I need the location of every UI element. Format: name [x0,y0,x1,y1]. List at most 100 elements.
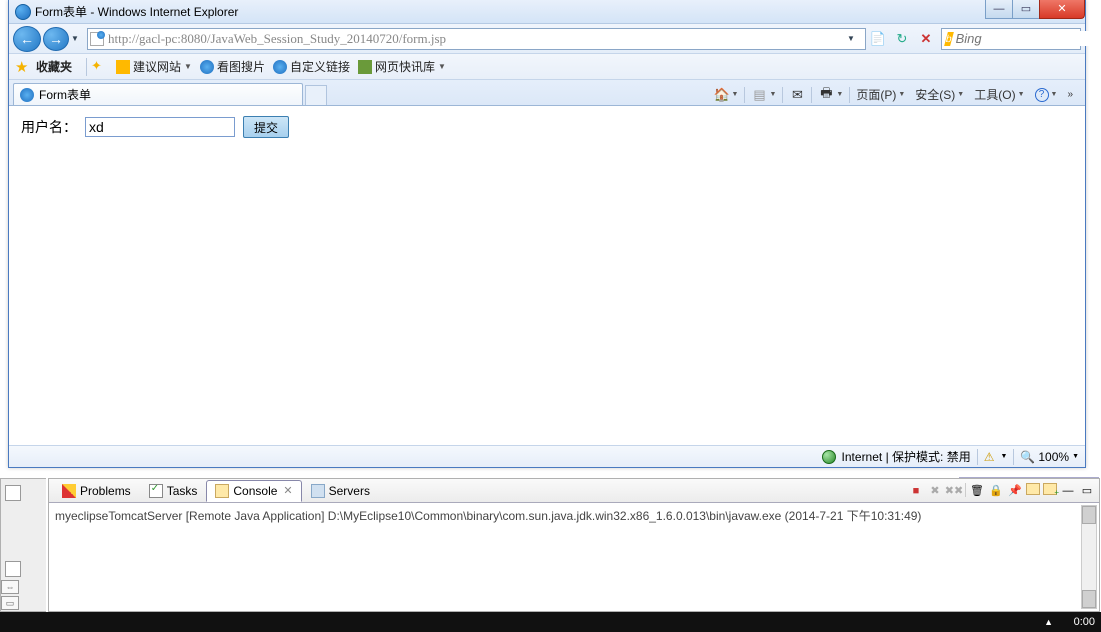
favorites-bar: ★ 收藏夹 ✦ 建议网站 ▼ 看图搜片 自定义链接 网页快讯库 ▼ [9,54,1085,80]
protected-mode-icon[interactable]: ⚠ [984,450,995,464]
zoom-control[interactable]: 🔍 100% ▼ [1020,450,1079,464]
safety-menu[interactable]: 安全(S)▼ [911,84,968,105]
tray-arrow-icon[interactable]: ▲ [1044,617,1053,627]
scrollbar[interactable] [1081,505,1097,609]
collapse-button[interactable]: ⇔ [1,580,19,594]
search-input[interactable] [956,31,1101,46]
console-toolbar: ■ ✖ ✖✖ 🗑 🔒 📌 + — ▭ [908,483,1095,499]
problems-icon [62,484,76,498]
link-icon [200,60,214,74]
submit-button[interactable]: 提交 [243,116,289,138]
eclipse-view-icon[interactable] [5,561,21,577]
home-icon: 🏠 [714,87,730,103]
servers-icon [311,484,325,498]
url-input[interactable] [108,31,839,47]
tab-servers[interactable]: Servers [302,480,379,502]
titlebar[interactable]: Form表单 - Windows Internet Explorer [9,0,1085,24]
dropdown-icon: ▼ [184,62,192,71]
terminate-button[interactable]: ■ [908,483,924,499]
remove-launch-button[interactable]: ✖ [927,483,943,499]
clear-console-button[interactable]: 🗑 [969,483,985,499]
favorites-label[interactable]: 收藏夹 [36,58,72,75]
fav-web-slice[interactable]: 网页快讯库 ▼ [354,56,450,77]
display-console-button[interactable] [1026,483,1040,495]
ie-icon [15,4,31,20]
page-menu[interactable]: 页面(P)▼ [852,84,909,105]
minimize-button[interactable]: — [985,0,1013,19]
fav-label: 网页快讯库 [375,58,435,75]
addr-dropdown-icon[interactable]: ▼ [840,29,862,49]
maximize-button[interactable]: ▭ [1012,0,1040,19]
compat-button[interactable]: 📄 [867,29,889,49]
scroll-lock-button[interactable]: 🔒 [988,483,1004,499]
print-button[interactable]: 🖶▼ [814,85,847,105]
tab-tasks[interactable]: Tasks [140,480,207,502]
fav-custom-links[interactable]: 自定义链接 [269,56,354,77]
username-label: 用户名： [21,117,77,137]
zoom-value: 100% [1038,450,1069,464]
tab-title: Form表单 [39,86,91,103]
new-tab-button[interactable] [305,85,327,105]
help-button[interactable]: ?▼ [1031,86,1062,104]
window-buttons: — ▭ ✕ [986,0,1085,19]
window-title: Form表单 - Windows Internet Explorer [35,3,238,20]
favorites-star-icon[interactable]: ★ [15,58,33,76]
maximize-view-button[interactable]: ▭ [1079,483,1095,499]
stop-button[interactable]: ✕ [915,29,937,49]
tab-form[interactable]: Form表单 [13,83,303,105]
expand-button[interactable]: » [1063,87,1077,102]
ie-window: — ▭ ✕ Form表单 - Windows Internet Explorer… [8,0,1086,468]
tab-problems[interactable]: Problems [53,480,140,502]
open-console-button[interactable]: + [1043,483,1057,495]
eclipse-trim: ⇔ ▭ [1,580,19,610]
mail-button[interactable]: ✉ [785,85,809,105]
safety-label: 安全(S) [915,86,955,103]
tab-console[interactable]: Console✕ [206,480,301,502]
page-icon [90,32,104,46]
forward-button[interactable]: → [43,27,69,51]
dropdown-icon: ▼ [438,62,446,71]
tools-menu[interactable]: 工具(O)▼ [970,84,1028,105]
mail-icon: ✉ [789,87,805,103]
scroll-down-button[interactable] [1082,590,1096,608]
close-button[interactable]: ✕ [1039,0,1085,19]
webslice-icon [358,60,372,74]
home-button[interactable]: 🏠▼ [710,85,743,105]
separator [86,58,87,76]
eclipse-view-icon[interactable] [5,485,21,501]
eclipse-panel: Problems Tasks Console✕ Servers ■ ✖ ✖✖ 🗑… [48,478,1100,612]
pin-console-button[interactable]: 📌 [1007,483,1023,499]
close-tab-icon[interactable]: ✕ [283,484,292,497]
tab-ie-icon [20,88,34,102]
command-bar: 🏠▼ ▤▼ ✉ 🖶▼ 页面(P)▼ 安全(S)▼ 工具(O)▼ ?▼ » [710,84,1081,105]
user-form: 用户名： 提交 [21,116,1073,138]
add-favorite-icon[interactable]: ✦ [91,58,109,76]
feeds-button[interactable]: ▤▼ [747,85,780,105]
search-box[interactable]: b 🔍 [941,28,1081,50]
fav-label: 建议网站 [133,58,181,75]
address-bar[interactable]: ▼ [87,28,866,50]
remove-all-button[interactable]: ✖✖ [946,483,962,499]
back-button[interactable]: ← [13,26,41,52]
clock[interactable]: 0:00 [1074,616,1095,628]
nav-history-dropdown[interactable]: ▼ [71,34,83,43]
minimize-view-button[interactable]: — [1060,483,1076,499]
zoom-icon: 🔍 [1020,450,1035,464]
eclipse-tabs: Problems Tasks Console✕ Servers ■ ✖ ✖✖ 🗑… [49,479,1099,503]
page-label: 页面(P) [856,86,896,103]
help-icon: ? [1035,88,1049,102]
internet-zone-icon [822,450,836,464]
suggested-icon [116,60,130,74]
dropdown-icon[interactable]: ▼ [1000,453,1007,460]
taskbar[interactable]: ▲ 0:00 [0,612,1101,632]
restore-button[interactable]: ▭ [1,596,19,610]
username-input[interactable] [85,117,235,137]
fav-suggested-sites[interactable]: 建议网站 ▼ [112,56,196,77]
tab-bar: Form表单 🏠▼ ▤▼ ✉ 🖶▼ 页面(P)▼ 安全(S)▼ 工具(O)▼ ?… [9,80,1085,106]
fav-image-search[interactable]: 看图搜片 [196,56,269,77]
console-icon [215,484,229,498]
refresh-button[interactable]: ↻ [891,29,913,49]
console-output[interactable]: myeclipseTomcatServer [Remote Java Appli… [49,503,1099,528]
console-line: myeclipseTomcatServer [Remote Java Appli… [55,509,921,523]
scroll-up-button[interactable] [1082,506,1096,524]
